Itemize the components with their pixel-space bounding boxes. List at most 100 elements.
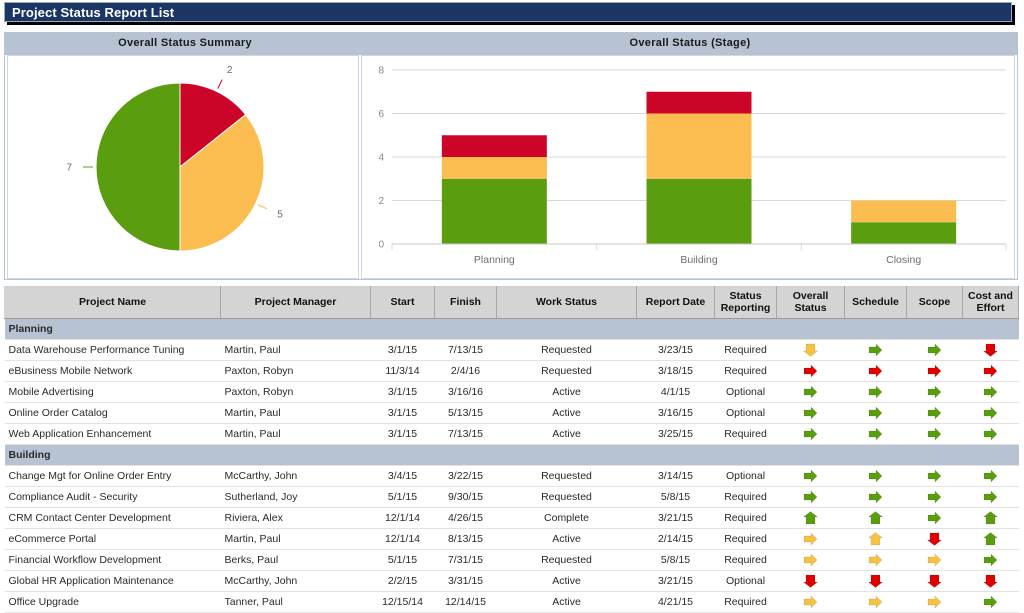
overall-arrow-icon bbox=[803, 406, 818, 420]
cell-project-name: Global HR Application Maintenance bbox=[5, 571, 221, 592]
cell-overall-status bbox=[777, 361, 845, 382]
cell-project-name: Office Upgrade bbox=[5, 592, 221, 613]
cell-overall-status bbox=[777, 382, 845, 403]
cell-schedule-status bbox=[845, 487, 907, 508]
scope-arrow-icon bbox=[927, 385, 942, 399]
cell-overall-status bbox=[777, 508, 845, 529]
cell-project-manager: Paxton, Robyn bbox=[221, 382, 371, 403]
cell-work-status: Requested bbox=[497, 466, 637, 487]
cell-report-date: 3/14/15 bbox=[637, 466, 715, 487]
cell-schedule-status bbox=[845, 592, 907, 613]
y-tick-label-2: 2 bbox=[378, 196, 384, 207]
table-row[interactable]: Compliance Audit - SecuritySutherland, J… bbox=[5, 487, 1019, 508]
cost-and-effort-arrow-icon bbox=[983, 553, 998, 567]
schedule-arrow-icon bbox=[868, 574, 883, 588]
cell-status-reporting: Required bbox=[715, 424, 777, 445]
cell-status-reporting: Required bbox=[715, 592, 777, 613]
cell-schedule-status bbox=[845, 466, 907, 487]
group-header-row[interactable]: Building bbox=[5, 445, 1019, 466]
cell-schedule-status bbox=[845, 340, 907, 361]
table-row[interactable]: Online Order CatalogMartin, Paul3/1/155/… bbox=[5, 403, 1019, 424]
cell-start-date: 3/1/15 bbox=[371, 403, 435, 424]
overall-arrow-icon bbox=[803, 532, 818, 546]
cell-report-date: 4/21/15 bbox=[637, 592, 715, 613]
table-row[interactable]: eBusiness Mobile NetworkPaxton, Robyn11/… bbox=[5, 361, 1019, 382]
cell-scope-status bbox=[907, 361, 963, 382]
bar-chart-body: 02468PlanningBuildingClosing bbox=[361, 55, 1015, 279]
cell-work-status: Requested bbox=[497, 340, 637, 361]
scope-arrow-icon bbox=[927, 595, 942, 609]
pie-chart-svg: 257 bbox=[8, 56, 358, 280]
column-header-status-reporting[interactable]: Status Reporting bbox=[715, 286, 777, 319]
column-header-start[interactable]: Start bbox=[371, 286, 435, 319]
column-header-finish[interactable]: Finish bbox=[435, 286, 497, 319]
table-row[interactable]: eCommerce PortalMartin, Paul12/1/148/13/… bbox=[5, 529, 1019, 550]
column-header-cost-and-effort[interactable]: Cost and Effort bbox=[963, 286, 1019, 319]
group-label: Planning bbox=[5, 319, 1019, 340]
cell-cost-and-effort-status bbox=[963, 403, 1019, 424]
project-table-container: Project NameProject ManagerStartFinishWo… bbox=[4, 286, 1018, 613]
scope-arrow-icon bbox=[927, 364, 942, 378]
cost-and-effort-arrow-icon bbox=[983, 574, 998, 588]
table-row[interactable]: Mobile AdvertisingPaxton, Robyn3/1/153/1… bbox=[5, 382, 1019, 403]
column-header-schedule[interactable]: Schedule bbox=[845, 286, 907, 319]
column-header-scope[interactable]: Scope bbox=[907, 286, 963, 319]
overall-arrow-icon bbox=[803, 385, 818, 399]
cell-schedule-status bbox=[845, 424, 907, 445]
cell-finish-date: 7/13/15 bbox=[435, 424, 497, 445]
table-row[interactable]: Change Mgt for Online Order EntryMcCarth… bbox=[5, 466, 1019, 487]
cell-start-date: 3/4/15 bbox=[371, 466, 435, 487]
cell-scope-status bbox=[907, 340, 963, 361]
column-header-work-status[interactable]: Work Status bbox=[497, 286, 637, 319]
cell-schedule-status bbox=[845, 529, 907, 550]
cell-status-reporting: Required bbox=[715, 529, 777, 550]
column-header-project-name[interactable]: Project Name bbox=[5, 286, 221, 319]
bar-building-red bbox=[647, 92, 752, 114]
cell-work-status: Active bbox=[497, 382, 637, 403]
column-header-overall-status[interactable]: Overall Status bbox=[777, 286, 845, 319]
overall-arrow-icon bbox=[803, 364, 818, 378]
cell-project-manager: McCarthy, John bbox=[221, 466, 371, 487]
cell-project-manager: Riviera, Alex bbox=[221, 508, 371, 529]
schedule-arrow-icon bbox=[868, 595, 883, 609]
cost-and-effort-arrow-icon bbox=[983, 343, 998, 357]
table-row[interactable]: Web Application EnhancementMartin, Paul3… bbox=[5, 424, 1019, 445]
table-row[interactable]: Global HR Application MaintenanceMcCarth… bbox=[5, 571, 1019, 592]
cell-work-status: Active bbox=[497, 592, 637, 613]
cell-overall-status bbox=[777, 340, 845, 361]
overall-arrow-icon bbox=[803, 595, 818, 609]
schedule-arrow-icon bbox=[868, 469, 883, 483]
table-row[interactable]: Data Warehouse Performance TuningMartin,… bbox=[5, 340, 1019, 361]
cell-project-manager: Martin, Paul bbox=[221, 424, 371, 445]
cell-start-date: 12/15/14 bbox=[371, 592, 435, 613]
cost-and-effort-arrow-icon bbox=[983, 532, 998, 546]
cell-cost-and-effort-status bbox=[963, 550, 1019, 571]
group-header-row[interactable]: Planning bbox=[5, 319, 1019, 340]
scope-arrow-icon bbox=[927, 511, 942, 525]
cell-finish-date: 3/31/15 bbox=[435, 571, 497, 592]
column-header-project-manager[interactable]: Project Manager bbox=[221, 286, 371, 319]
bar-planning-red bbox=[442, 135, 547, 157]
cell-project-name: CRM Contact Center Development bbox=[5, 508, 221, 529]
table-row[interactable]: Financial Workflow DevelopmentBerks, Pau… bbox=[5, 550, 1019, 571]
scope-arrow-icon bbox=[927, 406, 942, 420]
table-row[interactable]: Office UpgradeTanner, Paul12/15/1412/14/… bbox=[5, 592, 1019, 613]
cell-report-date: 5/8/15 bbox=[637, 487, 715, 508]
cell-finish-date: 4/26/15 bbox=[435, 508, 497, 529]
charts-panel: Overall Status Summary Overall Status (S… bbox=[4, 32, 1018, 280]
cell-project-manager: Paxton, Robyn bbox=[221, 361, 371, 382]
table-row[interactable]: CRM Contact Center DevelopmentRiviera, A… bbox=[5, 508, 1019, 529]
y-tick-label-4: 4 bbox=[378, 153, 384, 164]
schedule-arrow-icon bbox=[868, 385, 883, 399]
cell-finish-date: 2/4/16 bbox=[435, 361, 497, 382]
scope-arrow-icon bbox=[927, 343, 942, 357]
cell-report-date: 3/16/15 bbox=[637, 403, 715, 424]
y-tick-label-6: 6 bbox=[378, 109, 384, 120]
column-header-report-date[interactable]: Report Date bbox=[637, 286, 715, 319]
pie-value-label-2: 7 bbox=[66, 163, 72, 174]
overall-arrow-icon bbox=[803, 511, 818, 525]
project-status-table: Project NameProject ManagerStartFinishWo… bbox=[4, 286, 1019, 613]
cell-scope-status bbox=[907, 466, 963, 487]
schedule-arrow-icon bbox=[868, 364, 883, 378]
scope-arrow-icon bbox=[927, 469, 942, 483]
